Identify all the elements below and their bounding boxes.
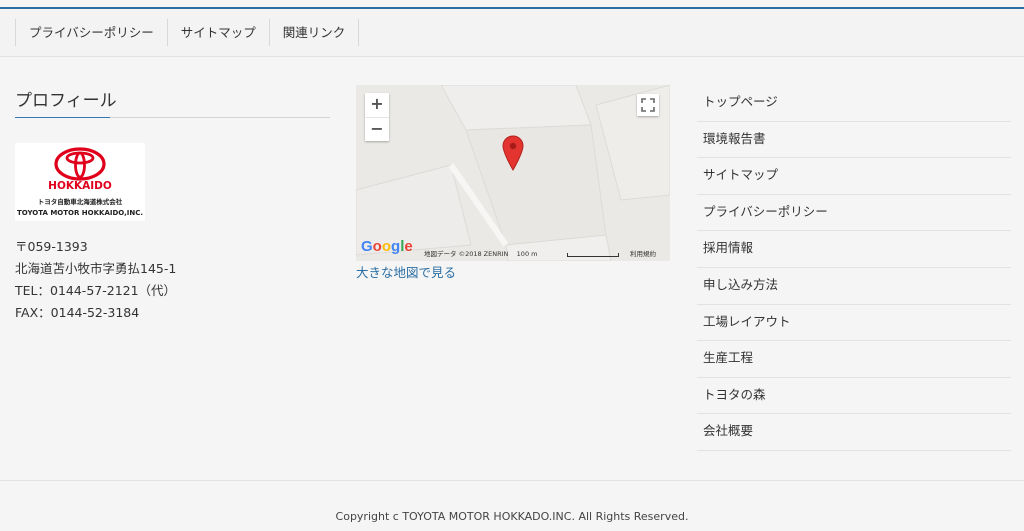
map-scale-bar [567, 253, 619, 257]
map-pin-icon[interactable] [502, 135, 524, 171]
side-nav-production-process[interactable]: 生産工程 [697, 341, 1011, 378]
larger-map-link[interactable]: 大きな地図で見る [356, 262, 456, 281]
side-nav-factory-layout[interactable]: 工場レイアウト [697, 305, 1011, 342]
google-logo: Google [361, 238, 413, 255]
copyright-text: Copyright c TOYOTA MOTOR HOKKADO.INC. Al… [335, 510, 689, 523]
logo-brand-text: HOKKAIDO [48, 180, 112, 192]
profile-divider-accent [15, 117, 110, 118]
map-zoom-controls: + − [365, 93, 389, 141]
map-scale-label: 100 m [516, 250, 538, 258]
side-nav: トップページ 環境報告書 サイトマップ プライバシーポリシー 採用情報 申し込み… [697, 85, 1011, 451]
google-map[interactable]: + − Google 地図データ ©2018 ZENRIN 100 m 利用規約 [356, 85, 670, 261]
street-address: 北海道苫小牧市字勇払145-1 [15, 261, 177, 276]
top-nav-privacy-link[interactable]: プライバシーポリシー [16, 19, 168, 46]
company-logo: HOKKAIDO トヨタ自動車北海道株式会社 TOYOTA MOTOR HOKK… [15, 143, 145, 221]
map-terms-link[interactable]: 利用規約 [630, 248, 656, 258]
fax: FAX：0144-52-3184 [15, 305, 140, 320]
toyota-emblem-icon [54, 147, 106, 181]
telephone: TEL：0144-57-2121（代） [15, 283, 177, 298]
profile-heading: プロフィール [15, 91, 117, 111]
top-nav-sitemap-link[interactable]: サイトマップ [168, 19, 270, 46]
logo-english-name: TOYOTA MOTOR HOKKAIDO,INC. [16, 209, 143, 217]
fullscreen-icon [641, 98, 655, 112]
side-nav-privacy-policy[interactable]: プライバシーポリシー [697, 195, 1011, 232]
side-nav-top-page[interactable]: トップページ [697, 85, 1011, 122]
side-nav-application[interactable]: 申し込み方法 [697, 268, 1011, 305]
side-nav-toyota-forest[interactable]: トヨタの森 [697, 378, 1011, 415]
side-nav-sitemap[interactable]: サイトマップ [697, 158, 1011, 195]
map-tiles [356, 85, 670, 261]
side-nav-recruitment[interactable]: 採用情報 [697, 231, 1011, 268]
footer-divider [0, 480, 1024, 481]
logo-japanese-name: トヨタ自動車北海道株式会社 [37, 198, 123, 206]
top-nav: プライバシーポリシー サイトマップ 関連リンク [15, 19, 360, 46]
top-bar: プライバシーポリシー サイトマップ 関連リンク [0, 9, 1024, 57]
map-attribution: 地図データ ©2018 ZENRIN 100 m [424, 250, 538, 258]
side-nav-environment-report[interactable]: 環境報告書 [697, 122, 1011, 159]
side-nav-company-overview[interactable]: 会社概要 [697, 414, 1011, 451]
zoom-in-button[interactable]: + [365, 93, 389, 118]
fullscreen-button[interactable] [637, 94, 659, 116]
postal-code: 〒059-1393 [15, 239, 88, 254]
top-nav-related-links[interactable]: 関連リンク [270, 19, 360, 46]
zoom-out-button[interactable]: − [365, 118, 389, 142]
